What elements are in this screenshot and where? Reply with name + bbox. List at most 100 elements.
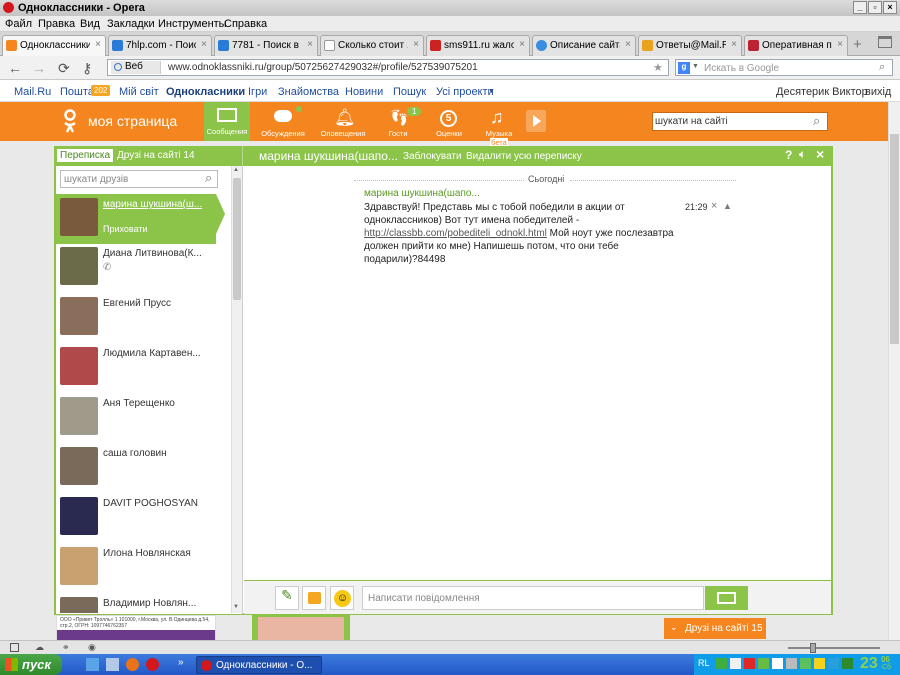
message-link[interactable]: http://classbb.com/pobediteli_odnokl.htm… xyxy=(364,228,547,239)
close-window-button[interactable]: × xyxy=(883,1,897,14)
menu-bookmarks[interactable]: Закладки xyxy=(107,18,155,30)
google-icon[interactable]: g xyxy=(678,62,690,74)
pencil-icon[interactable]: ✎ xyxy=(275,586,299,610)
search-icon[interactable]: ⌕ xyxy=(879,61,885,74)
smiley-icon[interactable]: ☺ xyxy=(330,586,354,610)
ok-logo-icon[interactable] xyxy=(62,109,78,133)
close-icon[interactable]: × xyxy=(816,146,824,162)
maximize-button[interactable]: ▫ xyxy=(868,1,882,14)
browser-tab[interactable]: Описание сайта... × xyxy=(532,35,636,56)
my-page-link[interactable]: моя страница xyxy=(88,113,177,129)
page-scrollbar[interactable] xyxy=(888,102,900,640)
chevron-down-icon[interactable]: ▼ xyxy=(488,88,495,95)
quicklaunch-icon[interactable] xyxy=(86,658,99,671)
opera-icon[interactable] xyxy=(146,658,159,671)
all-projects-link[interactable]: Усі проекти xyxy=(436,86,494,98)
tray-icon[interactable] xyxy=(744,658,755,669)
contact-item[interactable]: Евгений Прусс xyxy=(56,293,230,343)
username-link[interactable]: Десятерик Виктор xyxy=(776,86,868,98)
close-tab-icon[interactable]: × xyxy=(519,39,525,50)
contact-item[interactable]: DAVIT POGHOSYAN xyxy=(56,493,230,543)
messages-nav[interactable]: Сообщения xyxy=(204,102,250,141)
zoom-thumb[interactable] xyxy=(810,643,816,653)
report-icon[interactable]: ▲ xyxy=(723,201,732,211)
contact-item[interactable]: Диана Литвинова(К... ✆ xyxy=(56,243,230,293)
my-world-link[interactable]: Мій світ xyxy=(119,86,159,98)
ad-banner[interactable]: ООО «Привет Тролль» 1 101000, г.Москва, … xyxy=(56,615,216,640)
scroll-down-icon[interactable]: ▼ xyxy=(233,604,239,610)
exit-link[interactable]: вихід xyxy=(865,86,891,98)
close-tab-icon[interactable]: × xyxy=(625,39,631,50)
news-link[interactable]: Новини xyxy=(345,86,383,98)
close-tab-icon[interactable]: × xyxy=(201,39,207,50)
block-link[interactable]: Заблокувати xyxy=(403,151,462,162)
help-icon[interactable]: ? xyxy=(785,148,792,162)
browser-tab[interactable]: Одноклассники × xyxy=(2,35,106,56)
tray-icon[interactable] xyxy=(828,658,839,669)
clock-minutes[interactable]: 06 xyxy=(881,655,890,664)
tab-friends-online[interactable]: Друзі на сайті 14 xyxy=(117,150,195,161)
contact-item[interactable]: марина шукшина(ш... Приховати xyxy=(56,194,225,244)
clock-hours[interactable]: 23 xyxy=(860,655,878,673)
new-tab-icon[interactable]: + xyxy=(853,36,862,53)
panel-toggle-icon[interactable] xyxy=(10,643,19,652)
scroll-thumb[interactable] xyxy=(233,178,241,300)
browser-tab[interactable]: sms911.ru жало... × xyxy=(426,35,530,56)
tab-conversation[interactable]: Переписка xyxy=(57,149,114,162)
delete-conversation-link[interactable]: Видалити усю переписку xyxy=(466,151,582,162)
menu-edit[interactable]: Правка xyxy=(38,18,75,30)
firefox-icon[interactable] xyxy=(126,658,139,671)
browser-tab[interactable]: Сколько стоит ... × xyxy=(320,35,424,56)
menu-tools[interactable]: Инструменты xyxy=(158,18,227,30)
send-button[interactable] xyxy=(705,586,748,610)
search-engine-field[interactable]: g ▼ Искать в Google ⌕ xyxy=(675,59,893,76)
close-tab-icon[interactable]: × xyxy=(307,39,313,50)
contact-item[interactable]: Владимир Новлян... xyxy=(56,593,230,613)
contacts-scrollbar[interactable]: ▲ ▼ xyxy=(231,166,242,613)
friends-search-input[interactable]: шукати друзів ⌕ xyxy=(60,170,218,188)
contact-item[interactable]: саша головин xyxy=(56,443,230,493)
back-icon[interactable]: ← xyxy=(8,60,22,76)
games-link[interactable]: Ігри xyxy=(248,86,267,98)
quicklaunch-arrow-icon[interactable]: » xyxy=(178,657,184,668)
quicklaunch-icon[interactable] xyxy=(106,658,119,671)
scroll-up-icon[interactable]: ▲ xyxy=(233,167,239,173)
cloud-icon[interactable]: ☁ xyxy=(35,642,44,653)
close-tab-icon[interactable]: × xyxy=(731,39,737,50)
search-link[interactable]: Пошук xyxy=(393,86,426,98)
reload-icon[interactable]: ⟳ xyxy=(58,60,70,77)
taskbar-task-button[interactable]: Одноклассники - O... xyxy=(196,656,322,674)
mail-link[interactable]: Пошта xyxy=(60,86,94,98)
site-search-input[interactable]: шукати на сайті ⌕ xyxy=(652,112,828,131)
browser-tab[interactable]: Ответы@Mail.R... × xyxy=(638,35,742,56)
tray-icon[interactable] xyxy=(842,658,853,669)
scroll-thumb[interactable] xyxy=(890,134,899,344)
play-icon[interactable] xyxy=(526,110,546,132)
unite-icon[interactable]: ⚭ xyxy=(62,642,70,653)
tray-icon[interactable] xyxy=(800,658,811,669)
zoom-slider[interactable] xyxy=(788,647,880,649)
close-tab-icon[interactable]: × xyxy=(413,39,419,50)
browser-tab[interactable]: 7hlp.com - Поис... × xyxy=(108,35,212,56)
gift-icon[interactable] xyxy=(302,586,326,610)
tray-icon[interactable] xyxy=(716,658,727,669)
url-field[interactable]: Веб www.odnoklassniki.ru/group/507256274… xyxy=(107,59,669,76)
minimize-button[interactable]: _ xyxy=(853,1,867,14)
hide-link[interactable]: Приховати xyxy=(103,224,148,234)
menu-help[interactable]: Справка xyxy=(224,18,267,30)
tray-icon[interactable] xyxy=(772,658,783,669)
sound-icon[interactable]: 🔈︎ xyxy=(799,147,806,162)
browser-tab[interactable]: Оперативная п... × xyxy=(744,35,848,56)
turbo-icon[interactable]: ◉ xyxy=(88,642,96,653)
chat-contact-name[interactable]: марина шукшина(шапо... xyxy=(259,149,398,163)
message-author[interactable]: марина шукшина(шапо... xyxy=(364,188,480,199)
tray-icon[interactable] xyxy=(758,658,769,669)
contact-item[interactable]: Людмила Картавен... xyxy=(56,343,230,393)
start-button[interactable]: пуск xyxy=(0,654,62,675)
browser-tab[interactable]: 7781 - Поиск в ... × xyxy=(214,35,318,56)
tray-icon[interactable] xyxy=(814,658,825,669)
menu-file[interactable]: Файл xyxy=(5,18,32,30)
chevron-down-icon[interactable]: ▼ xyxy=(692,63,699,70)
close-tab-icon[interactable]: × xyxy=(95,39,101,50)
tray-icon[interactable] xyxy=(786,658,797,669)
